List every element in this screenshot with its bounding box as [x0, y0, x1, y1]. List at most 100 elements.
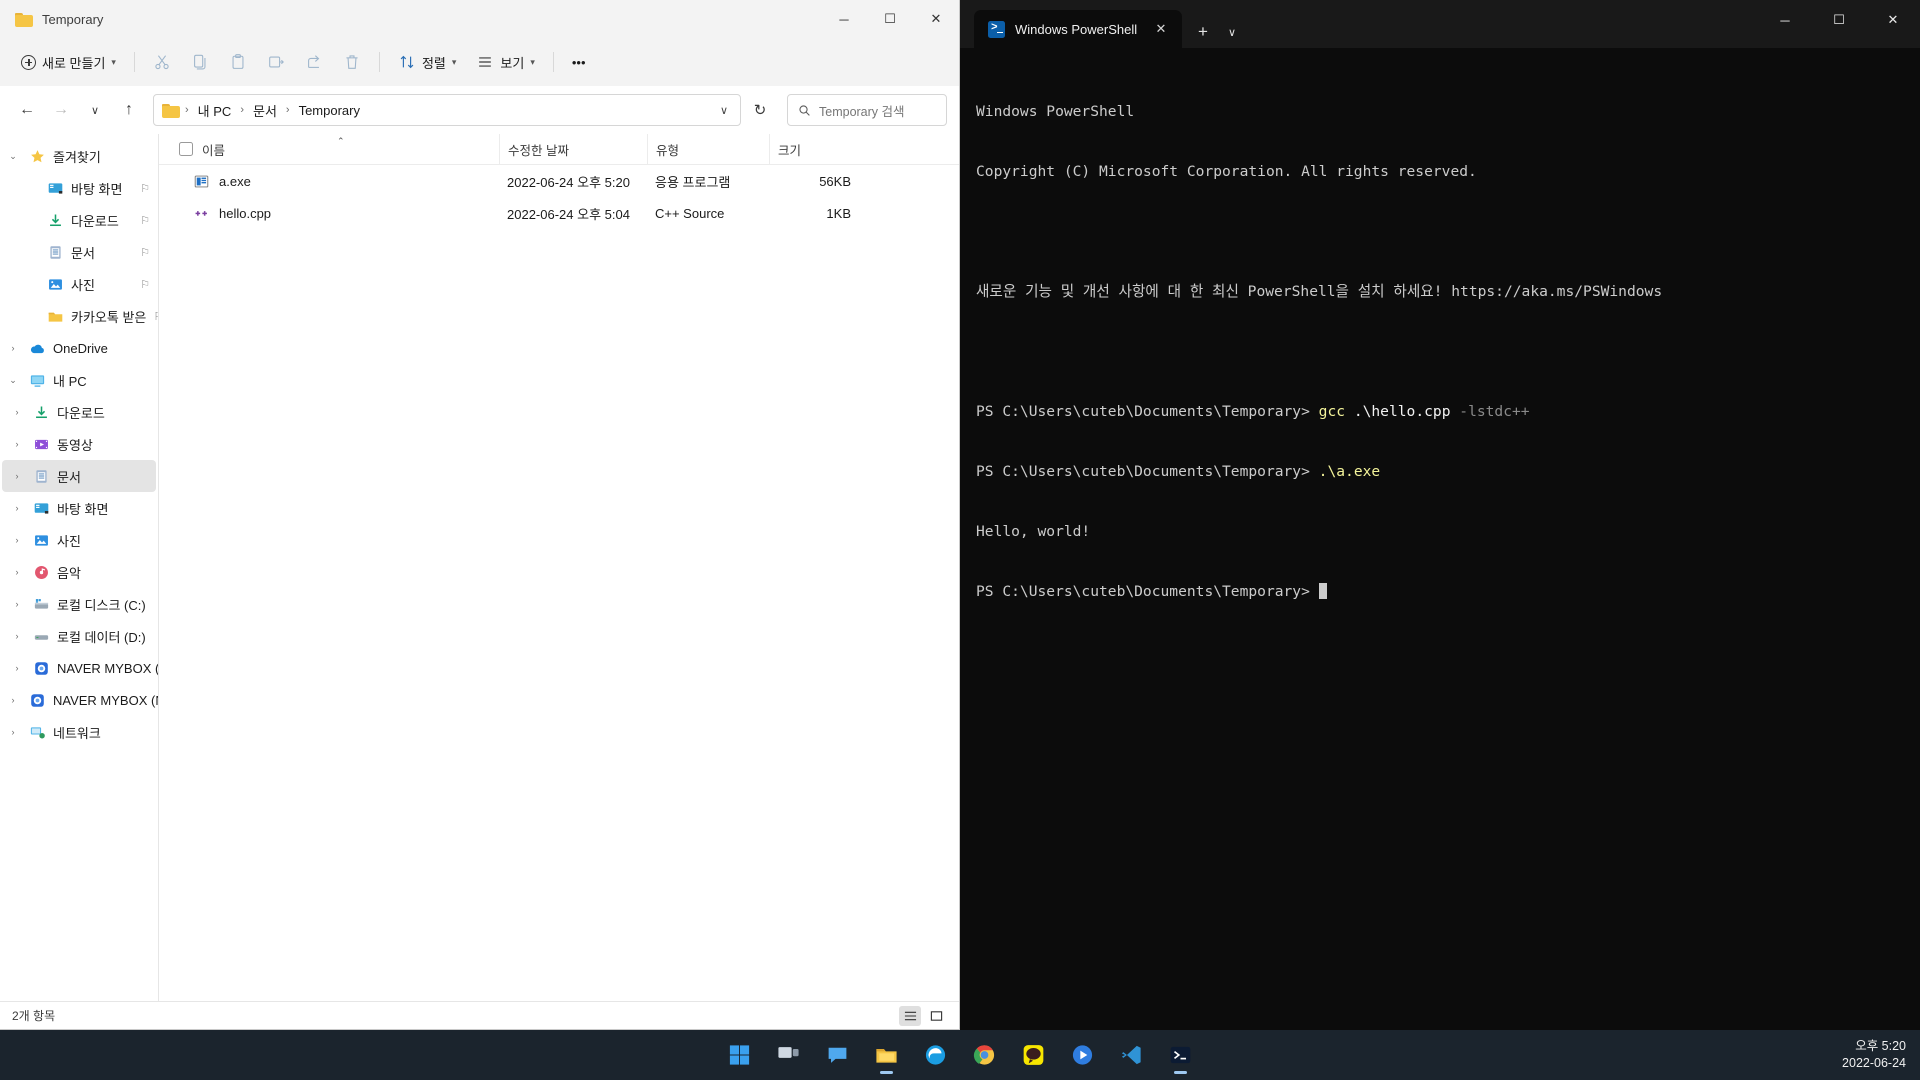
terminal-maximize-button[interactable]: ☐: [1812, 0, 1866, 40]
up-button[interactable]: ↑: [114, 95, 144, 125]
terminal-output[interactable]: Windows PowerShell Copyright (C) Microso…: [960, 48, 1920, 1030]
recent-locations-button[interactable]: ∨: [80, 95, 110, 125]
back-button[interactable]: ←: [12, 95, 42, 125]
close-button[interactable]: ✕: [913, 0, 959, 38]
sidebar-item-icon: [33, 404, 50, 421]
breadcrumb-item-0[interactable]: 내 PC: [194, 99, 236, 122]
chevron-right-icon[interactable]: ›: [4, 727, 22, 737]
share-button[interactable]: [296, 46, 332, 78]
sidebar-item-12[interactable]: › 사진: [2, 524, 156, 556]
sidebar-item-15[interactable]: › 로컬 데이터 (D:): [2, 620, 156, 652]
chevron-right-icon[interactable]: ›: [8, 471, 26, 481]
vscode-button[interactable]: [1112, 1035, 1152, 1075]
task-view-button[interactable]: [769, 1035, 809, 1075]
chevron-right-icon[interactable]: ›: [4, 695, 22, 705]
pin-icon[interactable]: ⚐: [140, 182, 150, 195]
column-header-size[interactable]: 크기: [769, 133, 859, 165]
powershell-button[interactable]: [1161, 1035, 1201, 1075]
new-tab-button[interactable]: +: [1188, 16, 1218, 48]
sidebar-item-10[interactable]: › 문서: [2, 460, 156, 492]
sidebar-item-18[interactable]: › 네트워크: [2, 716, 156, 748]
sidebar-item-17[interactable]: › NAVER MYBOX (N:: [2, 684, 159, 716]
search-input[interactable]: Temporary 검색: [787, 94, 947, 126]
chat-button[interactable]: [818, 1035, 858, 1075]
sort-icon: [400, 55, 414, 69]
pin-icon[interactable]: ⚐: [140, 278, 150, 291]
chevron-right-icon[interactable]: ›: [8, 407, 26, 417]
sidebar-item-1[interactable]: 바탕 화면 ⚐: [2, 172, 156, 204]
chevron-right-icon[interactable]: ›: [8, 599, 26, 609]
terminal-tab[interactable]: Windows PowerShell ✕: [974, 10, 1182, 48]
sidebar-item-5[interactable]: 카카오톡 받은⚐: [2, 300, 158, 332]
sidebar-item-11[interactable]: › 바탕 화면: [2, 492, 156, 524]
column-header-type[interactable]: 유형: [647, 133, 769, 165]
paste-button[interactable]: [220, 46, 256, 78]
sidebar-item-13[interactable]: › 음악: [2, 556, 156, 588]
sidebar-item-3[interactable]: 문서 ⚐: [2, 236, 156, 268]
media-player-icon: [1072, 1045, 1093, 1065]
sidebar-item-label: 네트워크: [53, 725, 101, 741]
sidebar-item-9[interactable]: › 동영상: [2, 428, 156, 460]
chevron-down-icon[interactable]: ⌄: [4, 151, 22, 162]
column-header-name[interactable]: 이름: [159, 134, 499, 165]
chevron-right-icon[interactable]: ›: [8, 567, 26, 577]
tab-dropdown-button[interactable]: ∨: [1218, 16, 1246, 48]
column-header-date[interactable]: 수정한 날짜: [499, 133, 647, 165]
sidebar-item-2[interactable]: 다운로드 ⚐: [2, 204, 156, 236]
table-row[interactable]: hello.cpp 2022-06-24 오후 5:04 C++ Source 1KB: [159, 197, 959, 229]
chevron-right-icon[interactable]: ›: [8, 535, 26, 545]
start-button[interactable]: [720, 1035, 760, 1075]
sidebar-item-14[interactable]: › 로컬 디스크 (C:): [2, 588, 156, 620]
kakaotalk-button[interactable]: [1014, 1035, 1054, 1075]
sidebar-item-7[interactable]: ⌄ 내 PC: [2, 364, 156, 396]
chrome-button[interactable]: [965, 1035, 1005, 1075]
address-dropdown-icon[interactable]: ∨: [720, 104, 728, 117]
rename-button[interactable]: [258, 46, 294, 78]
chevron-right-icon[interactable]: ›: [8, 439, 26, 449]
taskbar-clock[interactable]: 오후 5:20 2022-06-24: [1842, 1038, 1906, 1072]
more-options-button[interactable]: •••: [563, 46, 595, 78]
sidebar-item-label: OneDrive: [53, 340, 108, 356]
breadcrumb-item-2[interactable]: Temporary: [295, 101, 364, 120]
tab-close-icon[interactable]: ✕: [1150, 18, 1172, 40]
sidebar-item-4[interactable]: 사진 ⚐: [2, 268, 156, 300]
pin-icon[interactable]: ⚐: [140, 214, 150, 227]
sidebar-item-6[interactable]: › OneDrive: [2, 332, 156, 364]
media-player-button[interactable]: [1063, 1035, 1103, 1075]
chevron-down-icon: ▾: [111, 56, 116, 67]
forward-button[interactable]: →: [46, 95, 76, 125]
tiles-view-button[interactable]: [925, 1006, 947, 1026]
view-button[interactable]: 보기 ▾: [467, 46, 543, 78]
chevron-right-icon[interactable]: ›: [8, 663, 26, 673]
edge-button[interactable]: [916, 1035, 956, 1075]
refresh-button[interactable]: ↻: [745, 95, 775, 125]
sidebar-item-label: 바탕 화면: [71, 181, 123, 197]
videos-icon: [35, 439, 48, 449]
sidebar-item-8[interactable]: › 다운로드: [2, 396, 156, 428]
file-explorer-button[interactable]: [867, 1035, 907, 1075]
breadcrumb[interactable]: › 내 PC › 문서 › Temporary ∨: [153, 94, 741, 126]
select-all-checkbox[interactable]: [179, 142, 193, 156]
terminal-close-button[interactable]: ✕: [1866, 0, 1920, 40]
breadcrumb-item-1[interactable]: 문서: [249, 99, 281, 122]
sidebar-item-label: 문서: [71, 245, 95, 261]
maximize-button[interactable]: ☐: [867, 0, 913, 38]
chevron-right-icon[interactable]: ›: [8, 631, 26, 641]
delete-button[interactable]: [334, 46, 370, 78]
pin-icon[interactable]: ⚐: [140, 246, 150, 259]
explorer-title-group: Temporary: [0, 12, 103, 27]
table-row[interactable]: a.exe 2022-06-24 오후 5:20 응용 프로그램 56KB: [159, 165, 959, 197]
sidebar-item-16[interactable]: › NAVER MYBOX (N: [2, 652, 159, 684]
chevron-right-icon[interactable]: ›: [8, 503, 26, 513]
sort-button[interactable]: 정렬 ▾: [389, 46, 465, 78]
sidebar-item-0[interactable]: ⌄ 즐겨찾기: [2, 140, 156, 172]
terminal-minimize-button[interactable]: ─: [1758, 0, 1812, 40]
copy-button[interactable]: [182, 46, 218, 78]
sidebar-item-icon: [33, 596, 50, 613]
chevron-down-icon[interactable]: ⌄: [4, 375, 22, 386]
new-button[interactable]: 새로 만들기 ▾: [12, 46, 125, 78]
cut-button[interactable]: [144, 46, 180, 78]
minimize-button[interactable]: ─: [821, 0, 867, 38]
details-view-button[interactable]: [899, 1005, 921, 1026]
chevron-right-icon[interactable]: ›: [4, 343, 22, 353]
